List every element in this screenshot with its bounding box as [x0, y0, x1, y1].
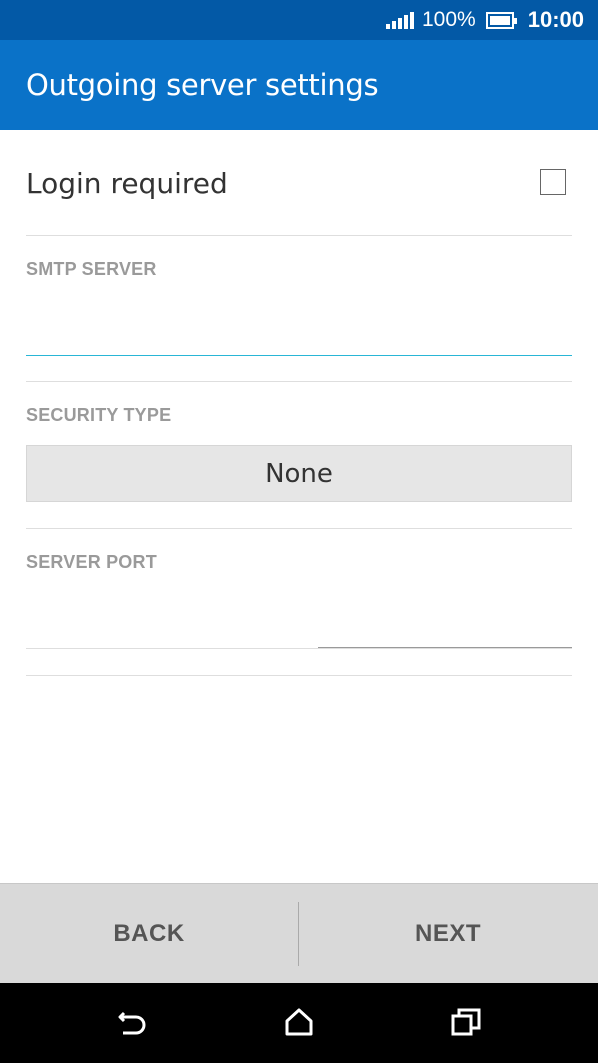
bottom-button-bar: BACK NEXT [0, 883, 598, 983]
battery-icon [485, 11, 517, 29]
smtp-server-input[interactable] [26, 305, 572, 353]
app-bar: Outgoing server settings [0, 40, 598, 130]
server-port-input[interactable] [26, 598, 572, 646]
battery-percent: 100% [422, 8, 476, 31]
login-required-label: Login required [26, 167, 228, 200]
divider [26, 675, 572, 676]
security-type-label: SECURITY TYPE [26, 405, 172, 425]
navigation-bar [0, 983, 598, 1063]
divider [26, 381, 572, 382]
server-port-label: SERVER PORT [26, 552, 157, 572]
login-required-checkbox[interactable] [540, 169, 566, 195]
page-title: Outgoing server settings [26, 68, 379, 102]
back-icon[interactable] [114, 1005, 154, 1041]
server-port-underline [26, 648, 572, 649]
security-type-select[interactable]: None [26, 445, 572, 502]
clock: 10:00 [527, 7, 584, 32]
signal-icon [386, 11, 414, 29]
home-icon[interactable] [279, 1005, 319, 1041]
recents-icon[interactable] [446, 1005, 486, 1041]
smtp-server-label: SMTP SERVER [26, 259, 157, 279]
server-port-underline-accent [318, 647, 572, 648]
status-icons: 100% 10:00 [386, 0, 584, 40]
smtp-server-underline [26, 355, 572, 356]
divider [26, 235, 572, 236]
divider [26, 528, 572, 529]
next-button[interactable]: NEXT [299, 884, 597, 984]
login-required-row[interactable]: Login required [0, 130, 598, 235]
status-bar: 100% 10:00 [0, 0, 598, 40]
security-type-value: None [265, 458, 333, 489]
back-button[interactable]: BACK [0, 884, 298, 984]
